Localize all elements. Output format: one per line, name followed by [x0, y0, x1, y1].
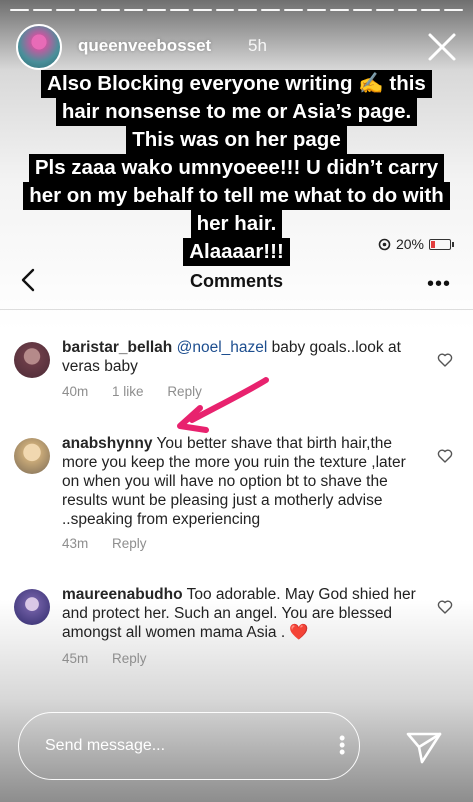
comment-row: anabshynny You better shave that birth h…	[12, 434, 461, 556]
divider	[0, 309, 473, 310]
annotation-arrow	[177, 377, 269, 433]
story-username[interactable]: queenveebosset	[78, 36, 211, 56]
like-heart-icon[interactable]	[437, 352, 453, 368]
commenter-avatar[interactable]	[14, 438, 50, 474]
send-message-input[interactable]: Send message... • • •	[18, 712, 360, 780]
caption-line: Alaaaar!!!	[183, 238, 290, 266]
caption-line: Pls zaaa wako umnyoeee!!! U didn’t carry	[28, 154, 445, 182]
comment-likes[interactable]: 1 like	[112, 384, 144, 399]
next-story-icon[interactable]	[436, 382, 458, 418]
caption-line: hair nonsense to me or Asia’s page.	[55, 98, 418, 126]
comment-username[interactable]: anabshynny	[62, 435, 152, 452]
like-heart-icon[interactable]	[437, 599, 453, 615]
comment-row: maureenabudho Too adorable. May God shie…	[12, 585, 461, 671]
caption-line: Also Blocking everyone writing ✍️ this	[41, 70, 432, 98]
close-icon[interactable]	[425, 30, 459, 64]
story-viewer: queenveebosset 5h Also Blocking everyone…	[0, 0, 473, 802]
commenter-avatar[interactable]	[14, 342, 50, 378]
reply-button[interactable]: Reply	[112, 651, 147, 666]
status-bar: 20%	[378, 236, 454, 252]
send-icon[interactable]	[404, 728, 444, 766]
reply-button[interactable]: Reply	[112, 536, 147, 551]
story-progress-bar	[10, 9, 463, 11]
comment-meta: 43m Reply	[62, 536, 167, 551]
comment-text: baristar_bellah @noel_hazel baby goals..…	[62, 338, 423, 376]
comment-mention[interactable]: @noel_hazel	[177, 339, 268, 356]
comments-title: Comments	[189, 271, 283, 291]
commenter-avatar[interactable]	[14, 589, 50, 625]
comment-username[interactable]: baristar_bellah	[62, 339, 172, 356]
comment-time: 45m	[62, 651, 89, 666]
story-time: 5h	[248, 36, 267, 55]
more-options-icon[interactable]: •••	[427, 273, 451, 296]
comment-time: 43m	[62, 536, 89, 551]
caption-line: her on my behalf to tell me what to do w…	[23, 182, 450, 210]
comment-meta: 45m Reply	[62, 651, 167, 666]
caption-line: her hair.	[190, 210, 283, 238]
previous-story-icon[interactable]	[16, 382, 38, 418]
like-heart-icon[interactable]	[437, 448, 453, 464]
comment-text: anabshynny You better shave that birth h…	[62, 434, 423, 529]
comment-time: 40m	[62, 384, 89, 399]
comment-username[interactable]: maureenabudho	[62, 586, 183, 603]
battery-percent: 20%	[395, 236, 424, 252]
rotation-lock-icon	[378, 238, 391, 250]
more-vertical-icon[interactable]: • • •	[339, 729, 345, 761]
caption-line: This was on her page	[126, 126, 347, 154]
profile-avatar[interactable]	[16, 24, 62, 70]
battery-icon	[429, 238, 454, 250]
comment-text: maureenabudho Too adorable. May God shie…	[62, 585, 423, 642]
send-message-placeholder: Send message...	[45, 737, 166, 754]
